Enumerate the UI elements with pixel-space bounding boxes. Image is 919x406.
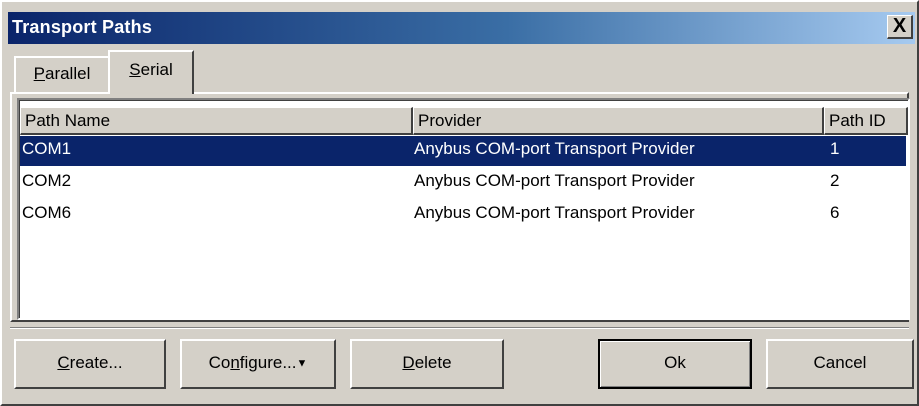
- create-label: reate...: [69, 353, 123, 372]
- close-button[interactable]: X: [887, 15, 913, 39]
- tab-parallel-label: arallel: [44, 64, 91, 83]
- cell-path-name: COM1: [22, 139, 72, 158]
- delete-button[interactable]: Delete: [350, 339, 504, 389]
- tab-serial-mnemonic: S: [129, 60, 141, 79]
- column-header-path-id[interactable]: Path ID: [824, 107, 908, 135]
- cell-provider: Anybus COM-port Transport Provider: [414, 171, 695, 190]
- configure-label-rest: figure...: [239, 353, 297, 372]
- ok-label: Ok: [664, 353, 686, 372]
- create-mnemonic: C: [57, 353, 70, 372]
- create-button[interactable]: Create...: [14, 339, 166, 389]
- delete-label: elete: [414, 353, 452, 372]
- cell-provider: Anybus COM-port Transport Provider: [414, 203, 695, 222]
- dialog-title: Transport Paths: [12, 17, 153, 37]
- column-header-path-name[interactable]: Path Name: [20, 107, 413, 135]
- cell-provider: Anybus COM-port Transport Provider: [414, 139, 695, 158]
- close-icon: X: [892, 15, 907, 37]
- paths-list-frame: Path Name Provider Path ID COM1 Anybus C…: [19, 100, 908, 318]
- cell-path-id: 6: [830, 203, 840, 222]
- chevron-down-icon: ▼: [296, 357, 308, 370]
- cell-path-id: 2: [830, 171, 840, 190]
- tab-serial[interactable]: Serial: [108, 50, 194, 94]
- title-bar[interactable]: Transport Paths X: [8, 12, 915, 44]
- cancel-label: Cancel: [813, 353, 867, 372]
- tab-parallel[interactable]: Parallel: [14, 56, 110, 92]
- column-header-provider[interactable]: Provider: [413, 107, 824, 135]
- cell-path-id: 1: [830, 139, 840, 158]
- cell-path-name: COM2: [22, 171, 72, 190]
- configure-button[interactable]: Configure...▼: [180, 339, 336, 389]
- cell-path-name: COM6: [22, 203, 72, 222]
- bottom-separator: [10, 327, 909, 329]
- cancel-button[interactable]: Cancel: [766, 339, 914, 389]
- tab-serial-label: erial: [140, 60, 173, 79]
- configure-mnemonic: n: [230, 353, 240, 372]
- tab-parallel-mnemonic: P: [33, 64, 45, 83]
- ok-button[interactable]: Ok: [598, 339, 752, 389]
- delete-mnemonic: D: [402, 353, 415, 372]
- configure-label-pre: Co: [208, 353, 231, 372]
- table-row[interactable]: COM6 Anybus COM-port Transport Provider …: [20, 200, 906, 230]
- table-row[interactable]: COM1 Anybus COM-port Transport Provider …: [20, 136, 906, 166]
- paths-list[interactable]: Path Name Provider Path ID COM1 Anybus C…: [17, 98, 910, 320]
- table-row[interactable]: COM2 Anybus COM-port Transport Provider …: [20, 168, 906, 198]
